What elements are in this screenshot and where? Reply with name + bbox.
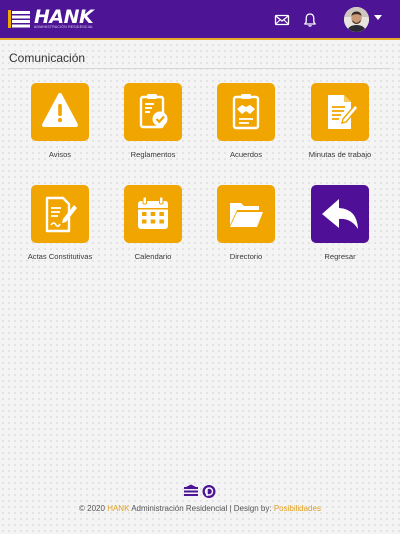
tile-avisos[interactable]: Avisos — [14, 83, 106, 160]
footer-copyright: © 2020 HANK Administración Residencial |… — [0, 504, 400, 513]
designer-link[interactable]: Posibilidades — [274, 504, 321, 513]
tile-acuerdos[interactable]: Acuerdos — [200, 83, 292, 160]
tile-label: Minutas de trabajo — [308, 150, 372, 159]
page-title: Comunicación — [9, 51, 86, 65]
hank-logo[interactable]: HANK ADMINISTRACIÓN RESIDENCIAL — [8, 7, 94, 31]
tile-regresar[interactable]: Regresar — [294, 185, 386, 262]
tile-label: Calendario — [134, 252, 172, 261]
back-arrow-icon — [322, 199, 358, 229]
tile-label: Avisos — [48, 150, 72, 159]
actas-button[interactable] — [31, 185, 89, 243]
document-edit-icon — [328, 95, 359, 129]
calendar-icon — [138, 196, 168, 229]
person-photo-icon — [344, 7, 369, 32]
warning-icon — [42, 93, 78, 127]
acuerdos-button[interactable] — [217, 83, 275, 141]
building-logo-icon — [8, 10, 30, 28]
title-divider — [9, 68, 391, 69]
regresar-button[interactable] — [311, 185, 369, 243]
tile-calendario[interactable]: Calendario — [107, 185, 199, 262]
footer-text: Administración Residencial | Design by: — [131, 504, 272, 513]
top-navbar: HANK ADMINISTRACIÓN RESIDENCIAL — [0, 0, 400, 40]
hank-mini-logo-icon — [184, 484, 198, 496]
brand-name: HANK — [34, 6, 94, 28]
tile-directorio[interactable]: Directorio — [200, 185, 292, 262]
tile-label: Reglamentos — [130, 150, 176, 159]
tile-label: Actas Constitutivas — [27, 252, 93, 261]
tile-label: Regresar — [324, 252, 356, 261]
document-sign-icon — [45, 196, 77, 233]
minutas-button[interactable] — [311, 83, 369, 141]
calendario-button[interactable] — [124, 185, 182, 243]
tile-minutas[interactable]: Minutas de trabajo — [294, 83, 386, 160]
tile-label: Acuerdos — [229, 150, 263, 159]
tile-label: Directorio — [229, 252, 263, 261]
chevron-down-icon[interactable] — [374, 15, 382, 21]
checklist-icon — [139, 94, 168, 129]
avisos-button[interactable] — [31, 83, 89, 141]
mail-icon[interactable] — [274, 12, 290, 28]
brand-subtitle: ADMINISTRACIÓN RESIDENCIAL — [34, 25, 94, 29]
copyright-year: © 2020 — [79, 504, 105, 513]
tile-actas[interactable]: Actas Constitutivas — [14, 185, 106, 262]
footer-logos — [184, 484, 216, 498]
bell-icon[interactable] — [302, 12, 318, 28]
posibilidades-logo-icon — [202, 485, 216, 498]
user-avatar[interactable] — [344, 7, 369, 32]
footer-brand-link[interactable]: HANK — [107, 504, 129, 513]
folder-icon — [230, 203, 263, 227]
tile-reglamentos[interactable]: Reglamentos — [107, 83, 199, 160]
directorio-button[interactable] — [217, 185, 275, 243]
reglamentos-button[interactable] — [124, 83, 182, 141]
handshake-clipboard-icon — [232, 94, 260, 130]
